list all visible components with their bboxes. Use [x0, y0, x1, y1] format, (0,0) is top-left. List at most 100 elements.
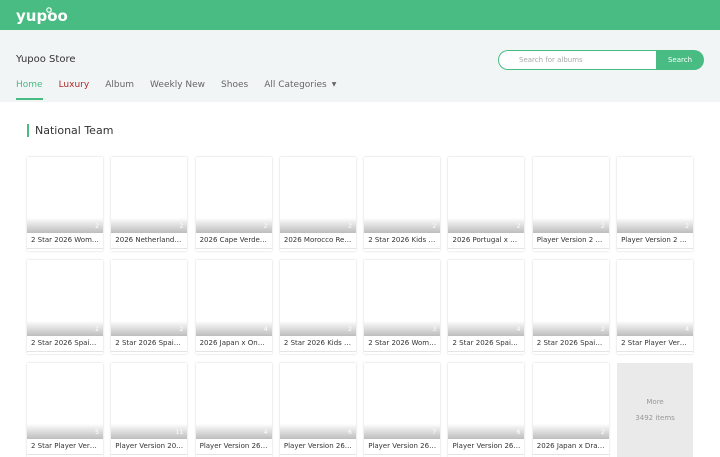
album-title[interactable]: 2 Star 2026 Spai…: [27, 336, 103, 352]
photo-count: 2: [179, 223, 184, 230]
chevron-down-icon: ▼: [331, 81, 337, 88]
album-thumbnail[interactable]: 6: [448, 363, 525, 439]
photo-count: 2: [263, 223, 268, 230]
album-card[interactable]: 4 2026 Japan x On…: [195, 260, 272, 354]
photo-count: 2: [516, 223, 521, 230]
album-thumbnail[interactable]: 2: [195, 157, 272, 233]
album-thumbnail[interactable]: 2: [279, 260, 356, 336]
album-card[interactable]: 2 2 Star 2026 Spai…: [532, 260, 609, 354]
nav-home[interactable]: Home: [16, 80, 43, 100]
photo-count: 2: [348, 223, 352, 230]
photo-count: 3: [432, 326, 437, 333]
nav-weekly-new[interactable]: Weekly New: [150, 80, 205, 100]
album-thumbnail[interactable]: 2: [448, 157, 525, 233]
album-thumbnail[interactable]: 5: [27, 363, 103, 439]
nav-luxury[interactable]: Luxury: [59, 80, 90, 100]
photo-count: 4: [263, 429, 268, 436]
album-title[interactable]: 2026 Netherland…: [111, 233, 188, 249]
album-thumbnail[interactable]: 7: [364, 363, 441, 439]
album-thumbnail[interactable]: 4: [195, 363, 272, 439]
album-title[interactable]: 2 Star Player Ver…: [617, 336, 694, 352]
album-card[interactable]: 2 Player Version 2 …: [617, 157, 694, 251]
nav-shoes[interactable]: Shoes: [221, 80, 248, 100]
album-title[interactable]: 2 Star 2026 Spai…: [532, 336, 609, 352]
album-card[interactable]: 2 2026 Netherland…: [111, 157, 188, 251]
album-thumbnail[interactable]: 6: [279, 363, 356, 439]
photo-count: 2: [600, 223, 605, 230]
search-button[interactable]: Search: [656, 50, 704, 70]
album-title[interactable]: 2026 Morocco Re…: [279, 233, 356, 249]
album-card[interactable]: 2 2026 Japan x Dra…: [532, 363, 609, 457]
album-card[interactable]: 2 2 Star 2026 Spai…: [27, 260, 103, 354]
album-title[interactable]: 2 Star 2026 Wom…: [364, 336, 441, 352]
album-card[interactable]: 2 2 Star 2026 Kids …: [279, 260, 356, 354]
photo-count: 4: [263, 326, 268, 333]
album-card[interactable]: 4 Player Version 26…: [195, 363, 272, 457]
album-title[interactable]: Player Version 26…: [448, 439, 525, 455]
photo-count: 4: [516, 326, 521, 333]
album-card[interactable]: 3 2 Star 2026 Wom…: [364, 260, 441, 354]
search-input[interactable]: [498, 50, 656, 70]
album-title[interactable]: Player Version 2 …: [617, 233, 694, 249]
album-thumbnail[interactable]: 2: [111, 157, 188, 233]
album-card[interactable]: 4 2 Star 2026 Spai…: [448, 260, 525, 354]
album-thumbnail[interactable]: 2: [617, 157, 694, 233]
album-card[interactable]: 6 Player Version 26…: [279, 363, 356, 457]
more-label: More: [646, 398, 664, 406]
album-title[interactable]: Player Version 20…: [111, 439, 188, 455]
album-thumbnail[interactable]: 4: [448, 260, 525, 336]
album-thumbnail[interactable]: 2: [111, 260, 188, 336]
album-title[interactable]: 2 Star 2026 Kids …: [364, 233, 441, 249]
album-thumbnail[interactable]: 3: [364, 260, 441, 336]
album-thumbnail[interactable]: 2: [532, 363, 609, 439]
album-title[interactable]: 2 Star Player Ver…: [27, 439, 103, 455]
album-title[interactable]: 2026 Cape Verde…: [195, 233, 272, 249]
album-title[interactable]: 2 Star 2026 Spai…: [448, 336, 525, 352]
nav-all-categories[interactable]: All Categories ▼: [264, 80, 336, 100]
photo-count: 4: [685, 326, 690, 333]
album-card[interactable]: 11 Player Version 20…: [111, 363, 188, 457]
more-albums-tile[interactable]: More 3492 items: [617, 363, 694, 457]
store-name[interactable]: Yupoo Store: [16, 54, 76, 65]
album-thumbnail[interactable]: 2: [27, 260, 103, 336]
album-title[interactable]: 2 Star 2026 Kids …: [279, 336, 356, 352]
album-title[interactable]: Player Version 26…: [279, 439, 356, 455]
album-card[interactable]: 2 2026 Cape Verde…: [195, 157, 272, 251]
album-thumbnail[interactable]: 2: [27, 157, 103, 233]
album-card[interactable]: 6 Player Version 26…: [448, 363, 525, 457]
photo-count: 7: [432, 429, 437, 436]
album-card[interactable]: 7 Player Version 26…: [364, 363, 441, 457]
album-card[interactable]: 2 2026 Morocco Re…: [279, 157, 356, 251]
store-header: Yupoo Store Search Home Luxury Album Wee…: [0, 30, 720, 102]
photo-count: 2: [95, 223, 99, 230]
album-thumbnail[interactable]: 4: [195, 260, 272, 336]
album-title[interactable]: Player Version 26…: [195, 439, 272, 455]
photo-count: 2: [348, 326, 352, 333]
album-card[interactable]: 5 2 Star Player Ver…: [27, 363, 103, 457]
album-card[interactable]: 2 2026 Portugal x …: [448, 157, 525, 251]
album-title[interactable]: 2026 Japan x On…: [195, 336, 272, 352]
album-title[interactable]: Player Version 26…: [364, 439, 441, 455]
album-thumbnail[interactable]: 2: [532, 260, 609, 336]
album-thumbnail[interactable]: 2: [279, 157, 356, 233]
album-card[interactable]: 2 2 Star 2026 Wom…: [27, 157, 103, 251]
album-title[interactable]: 2 Star 2026 Wom…: [27, 233, 103, 249]
album-thumbnail[interactable]: 2: [364, 157, 441, 233]
album-title[interactable]: 2026 Japan x Dra…: [532, 439, 609, 455]
album-thumbnail[interactable]: 11: [111, 363, 188, 439]
album-card[interactable]: 2 Player Version 2 …: [532, 157, 609, 251]
album-card[interactable]: 2 2 Star 2026 Kids …: [364, 157, 441, 251]
album-thumbnail[interactable]: 2: [532, 157, 609, 233]
album-title[interactable]: 2 Star 2026 Spai…: [111, 336, 188, 352]
photo-count: 6: [348, 429, 352, 436]
album-title[interactable]: Player Version 2 …: [532, 233, 609, 249]
album-thumbnail[interactable]: 4: [617, 260, 694, 336]
album-card[interactable]: 4 2 Star Player Ver…: [617, 260, 694, 354]
album-title[interactable]: 2026 Portugal x …: [448, 233, 525, 249]
album-card[interactable]: 2 2 Star 2026 Spai…: [111, 260, 188, 354]
svg-text:yupoo: yupoo: [16, 7, 68, 25]
yupoo-logo[interactable]: yupoo: [16, 4, 72, 26]
nav-album[interactable]: Album: [105, 80, 134, 100]
section-title: National Team: [27, 124, 113, 137]
photo-count: 11: [175, 429, 184, 436]
